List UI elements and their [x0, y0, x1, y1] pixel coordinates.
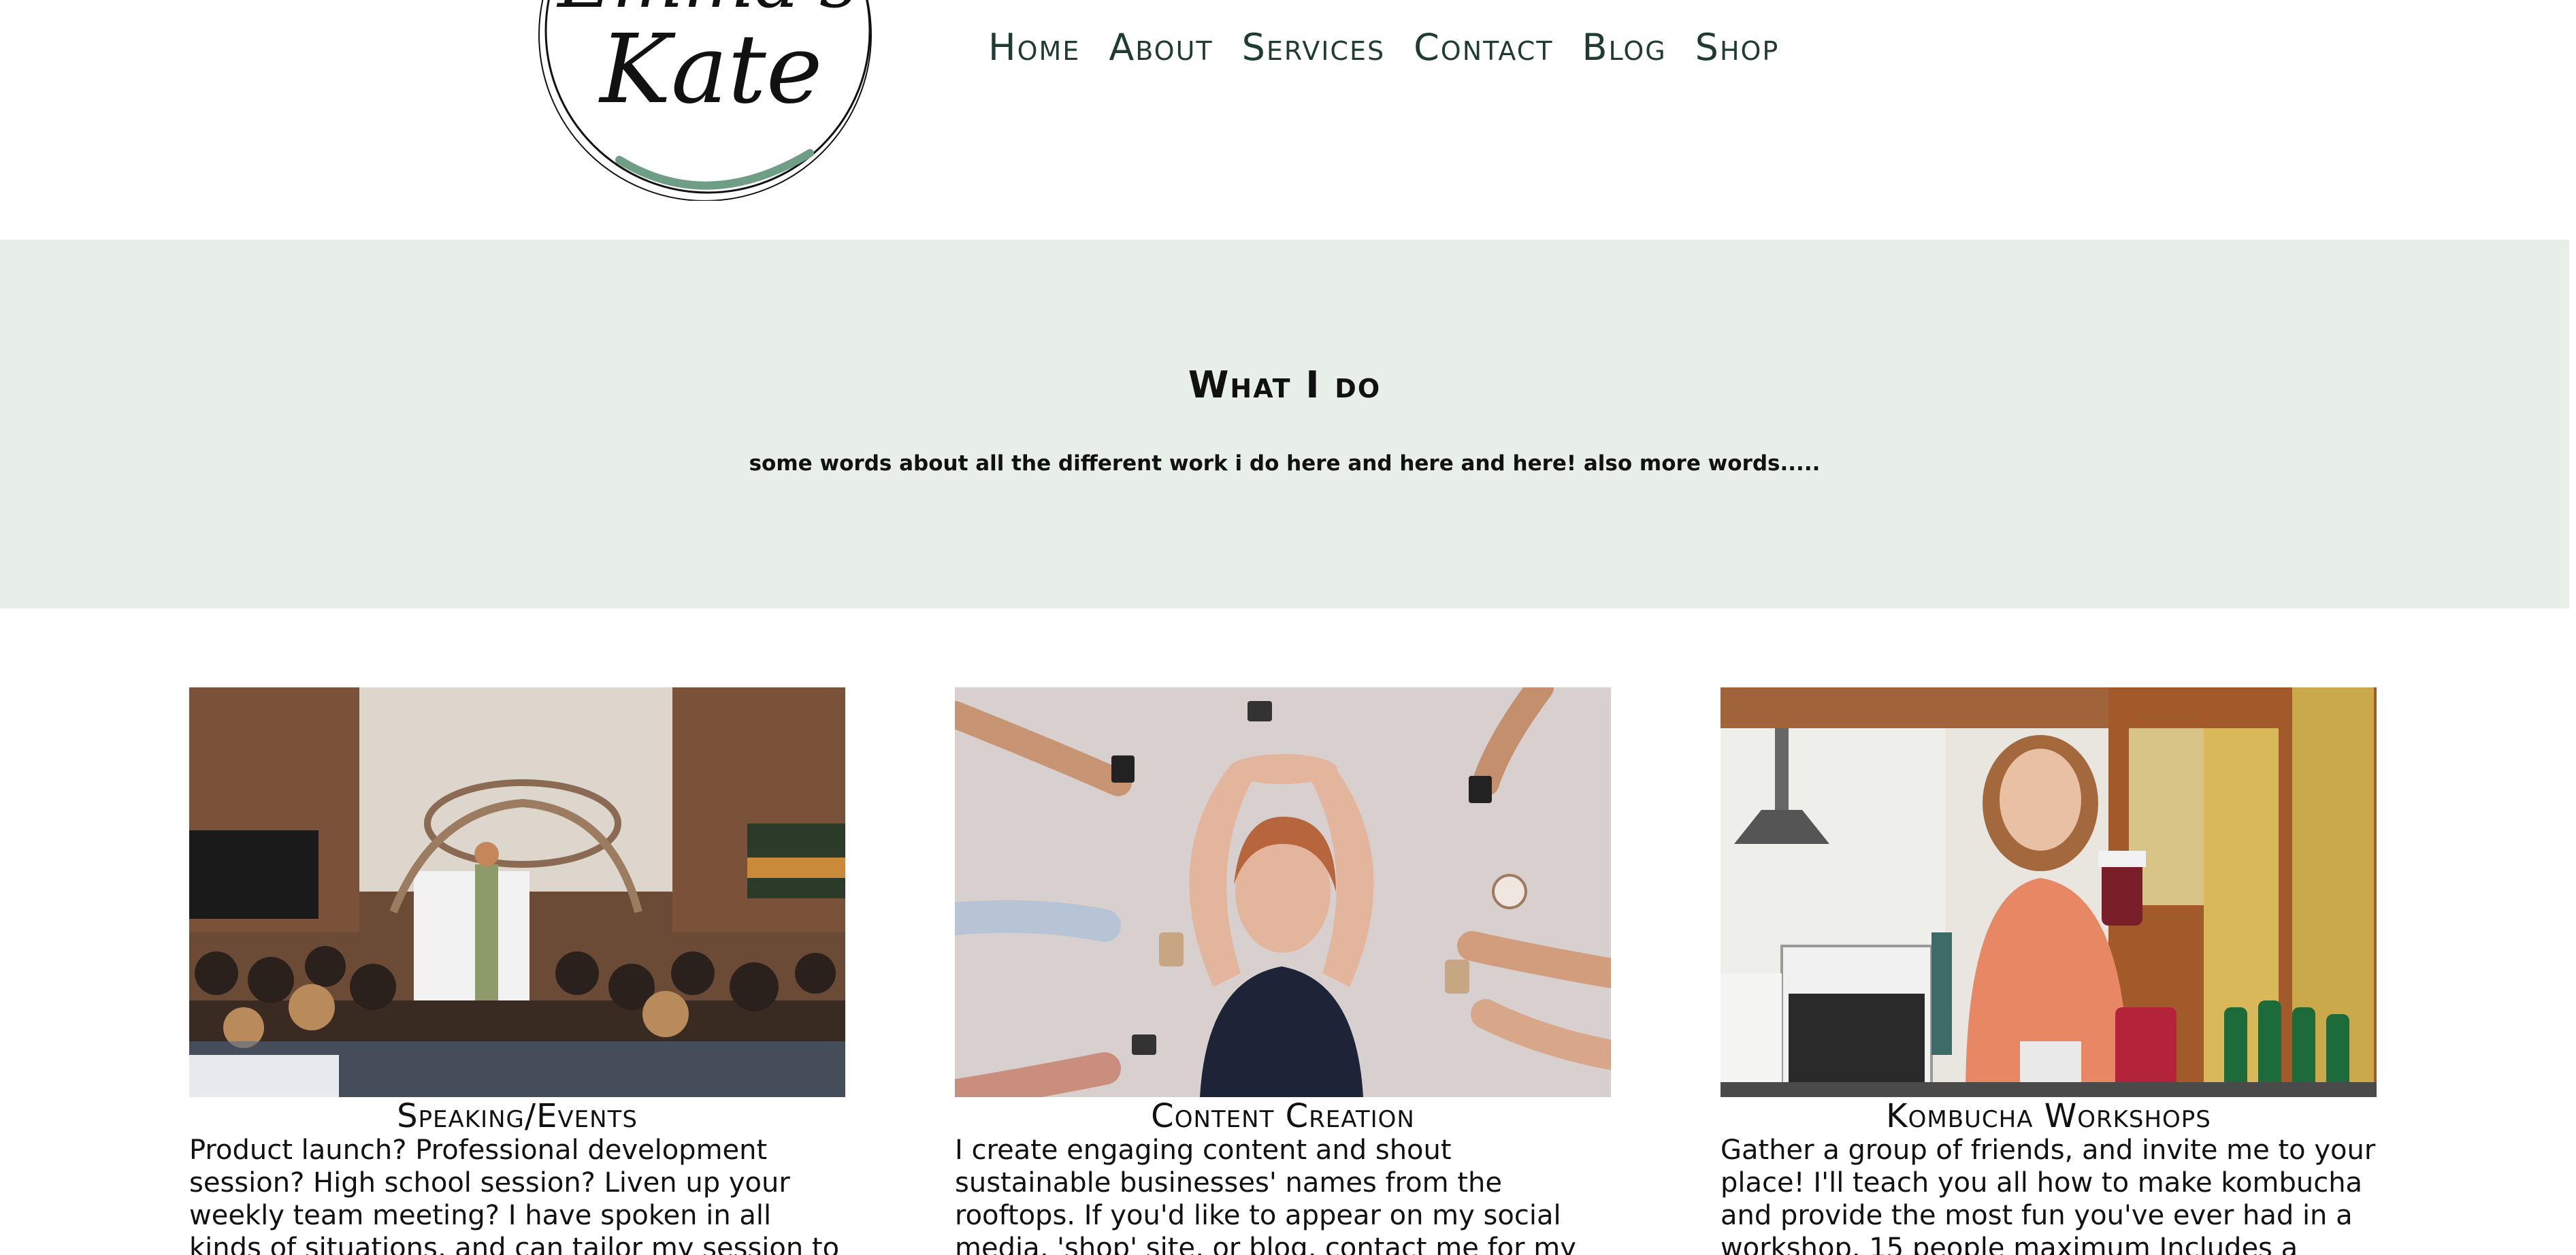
- site-logo[interactable]: Emma's Kate: [538, 0, 878, 201]
- main-nav: Home About Services Contact Blog Shop: [988, 27, 1779, 68]
- nav-contact-link[interactable]: Contact: [1414, 27, 1553, 68]
- service-card-kombucha: Kombucha Workshops Gather a group of fri…: [1721, 687, 2377, 1255]
- section-title: What I do: [1188, 363, 1382, 406]
- what-i-do-band: What I do some words about all the diffe…: [0, 240, 2569, 608]
- card-title: Content Creation: [1151, 1097, 1415, 1135]
- card-title: Speaking/Events: [397, 1097, 638, 1135]
- nav-services-link[interactable]: Services: [1242, 27, 1385, 68]
- card-title: Kombucha Workshops: [1886, 1097, 2211, 1135]
- card-description: I create engaging content and shout sust…: [955, 1135, 1576, 1255]
- content-creation-photo[interactable]: [955, 687, 1611, 1097]
- nav-home-link[interactable]: Home: [988, 27, 1080, 68]
- service-card-speaking: Speaking/Events Product launch? Professi…: [189, 687, 845, 1255]
- service-card-content: Content Creation I create engaging conte…: [955, 687, 1611, 1255]
- section-subtitle: some words about all the different work …: [749, 451, 1821, 476]
- nav-shop-link[interactable]: Shop: [1695, 27, 1780, 68]
- nav-about-link[interactable]: About: [1109, 27, 1213, 68]
- site-header: Emma's Kate Home About Services Contact …: [0, 0, 2576, 240]
- speaking-photo[interactable]: [189, 687, 845, 1097]
- logo-line2: Kate: [598, 14, 822, 125]
- nav-blog-link[interactable]: Blog: [1582, 27, 1666, 68]
- card-description: Gather a group of friends, and invite me…: [1721, 1135, 2376, 1255]
- card-description: Product launch? Professional development…: [189, 1135, 840, 1255]
- kombucha-workshop-photo[interactable]: [1721, 687, 2377, 1097]
